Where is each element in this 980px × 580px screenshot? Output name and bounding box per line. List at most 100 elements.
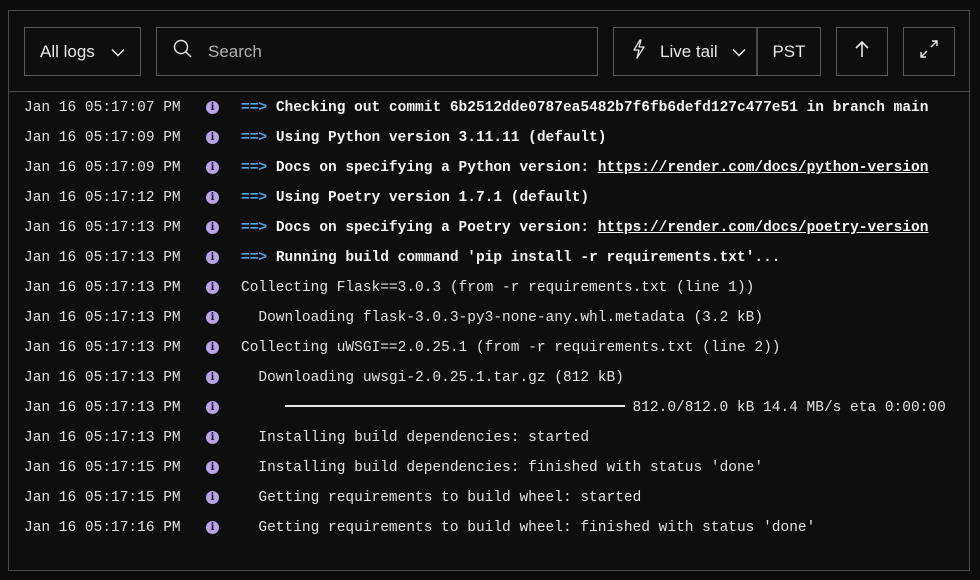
logs-toolbar: All logs Search Live tail PST — [9, 11, 969, 92]
log-message: ==> Docs on specifying a Poetry version:… — [241, 220, 969, 236]
info-icon: i — [206, 101, 219, 114]
live-tail-dropdown[interactable]: Live tail — [614, 28, 758, 75]
expand-icon — [919, 39, 939, 64]
log-timestamp: Jan 16 05:17:13 PM — [24, 280, 181, 296]
log-timestamp: Jan 16 05:17:13 PM — [24, 340, 181, 356]
log-timestamp: Jan 16 05:17:15 PM — [24, 490, 181, 506]
log-row: Jan 16 05:17:13 PM i Installing build dep… — [9, 423, 969, 453]
log-text: Using Python version 3.11.11 (default) — [275, 130, 607, 146]
search-placeholder: Search — [208, 41, 262, 61]
info-icon: i — [206, 491, 219, 504]
log-text: Collecting uWSGI==2.0.25.1 (from -r requ… — [241, 340, 781, 356]
search-icon — [173, 39, 193, 64]
live-tail-label: Live tail — [660, 41, 718, 61]
progress-bar — [284, 404, 625, 407]
log-message: ==> Checking out commit 6b2512dde0787ea5… — [241, 100, 969, 116]
chevron-down-icon — [732, 42, 746, 62]
lightning-icon — [632, 39, 646, 64]
log-message: ==> Using Python version 3.11.11 (defaul… — [241, 130, 969, 146]
log-message: Installing build dependencies: started — [241, 430, 969, 446]
log-row: Jan 16 05:17:13 PM i ==> Running build com… — [9, 243, 969, 273]
log-message: Collecting uWSGI==2.0.25.1 (from -r requ… — [241, 340, 969, 356]
log-row: Jan 16 05:17:16 PM i Getting requirements… — [9, 513, 969, 543]
info-icon: i — [206, 161, 219, 174]
live-tail-group: Live tail PST — [613, 27, 821, 76]
log-text: 812.0/812.0 kB 14.4 MB/s eta 0:00:00 — [632, 400, 946, 416]
search-input[interactable]: Search — [156, 27, 598, 76]
log-text: Getting requirements to build wheel: fin… — [241, 520, 816, 536]
log-timestamp: Jan 16 05:17:13 PM — [24, 250, 181, 266]
build-step-arrow: ==> — [241, 160, 268, 176]
log-text: Docs on specifying a Python version: — [275, 160, 598, 176]
log-timestamp: Jan 16 05:17:13 PM — [24, 220, 181, 236]
info-icon: i — [206, 461, 219, 474]
log-text: Downloading flask-3.0.3-py3-none-any.whl… — [241, 310, 764, 326]
info-icon: i — [206, 431, 219, 444]
log-row: Jan 16 05:17:13 PM i 812.0/812.0 kB 14.4 … — [9, 393, 969, 423]
info-icon: i — [206, 401, 219, 414]
log-row: Jan 16 05:17:15 PM i Installing build dep… — [9, 453, 969, 483]
log-text: Collecting Flask==3.0.3 (from -r require… — [241, 280, 755, 296]
log-text: Docs on specifying a Poetry version: — [275, 220, 598, 236]
log-filter-label: All logs — [40, 41, 95, 61]
log-row: Jan 16 05:17:13 PM i Downloading flask-3.… — [9, 303, 969, 333]
log-row: Jan 16 05:17:13 PM i Collecting uWSGI==2.0… — [9, 333, 969, 363]
log-text: Using Poetry version 1.7.1 (default) — [275, 190, 590, 206]
log-text: Getting requirements to build wheel: sta… — [241, 490, 642, 506]
log-text: Downloading uwsgi-2.0.25.1.tar.gz (812 k… — [241, 370, 624, 386]
log-timestamp: Jan 16 05:17:09 PM — [24, 130, 181, 146]
log-row: Jan 16 05:17:09 PM i ==> Using Python vers… — [9, 123, 969, 153]
log-message: Downloading uwsgi-2.0.25.1.tar.gz (812 k… — [241, 370, 969, 386]
log-message: Installing build dependencies: finished … — [241, 460, 969, 476]
docs-link[interactable]: https://render.com/docs/poetry-version — [598, 220, 929, 236]
log-row: Jan 16 05:17:12 PM i ==> Using Poetry vers… — [9, 183, 969, 213]
build-step-arrow: ==> — [241, 190, 268, 206]
info-icon: i — [206, 221, 219, 234]
log-timestamp: Jan 16 05:17:13 PM — [24, 310, 181, 326]
log-timestamp: Jan 16 05:17:16 PM — [24, 520, 181, 536]
info-icon: i — [206, 521, 219, 534]
log-message: ==> Running build command 'pip install -… — [241, 250, 969, 266]
log-row: Jan 16 05:17:15 PM i Getting requirements… — [9, 483, 969, 513]
info-icon: i — [206, 251, 219, 264]
logs-panel: All logs Search Live tail PST Jan 16 05:… — [8, 10, 970, 571]
log-timestamp: Jan 16 05:17:07 PM — [24, 100, 181, 116]
arrow-up-icon — [854, 40, 870, 63]
log-timestamp: Jan 16 05:17:13 PM — [24, 430, 181, 446]
scroll-to-top-button[interactable] — [836, 27, 888, 76]
log-message: ==> Using Poetry version 1.7.1 (default) — [241, 190, 969, 206]
log-timestamp: Jan 16 05:17:13 PM — [24, 370, 181, 386]
log-text: Installing build dependencies: started — [241, 430, 590, 446]
info-icon: i — [206, 281, 219, 294]
log-timestamp: Jan 16 05:17:15 PM — [24, 460, 181, 476]
info-icon: i — [206, 341, 219, 354]
info-icon: i — [206, 131, 219, 144]
log-filter-dropdown[interactable]: All logs — [24, 27, 141, 76]
log-row: Jan 16 05:17:13 PM i Downloading uwsgi-2.… — [9, 363, 969, 393]
fullscreen-button[interactable] — [903, 27, 955, 76]
timezone-button[interactable]: PST — [758, 42, 820, 62]
info-icon: i — [206, 191, 219, 204]
chevron-down-icon — [111, 42, 125, 62]
build-step-arrow: ==> — [241, 100, 268, 116]
log-text: Running build command 'pip install -r re… — [275, 250, 781, 266]
log-message: Collecting Flask==3.0.3 (from -r require… — [241, 280, 969, 296]
log-row: Jan 16 05:17:07 PM i ==> Checking out comm… — [9, 93, 969, 123]
log-text: Installing build dependencies: finished … — [241, 460, 764, 476]
log-timestamp: Jan 16 05:17:13 PM — [24, 400, 181, 416]
log-message: ==> Docs on specifying a Python version:… — [241, 160, 969, 176]
info-icon: i — [206, 311, 219, 324]
info-icon: i — [206, 371, 219, 384]
log-row: Jan 16 05:17:13 PM i ==> Docs on specifyin… — [9, 213, 969, 243]
log-output[interactable]: Jan 16 05:17:07 PM i ==> Checking out comm… — [9, 93, 969, 570]
log-timestamp: Jan 16 05:17:12 PM — [24, 190, 181, 206]
log-message: Getting requirements to build wheel: sta… — [241, 490, 969, 506]
log-message: Getting requirements to build wheel: fin… — [241, 520, 969, 536]
build-step-arrow: ==> — [241, 220, 268, 236]
docs-link[interactable]: https://render.com/docs/python-version — [598, 160, 929, 176]
log-message: Downloading flask-3.0.3-py3-none-any.whl… — [241, 310, 969, 326]
log-row: Jan 16 05:17:13 PM i Collecting Flask==3.0… — [9, 273, 969, 303]
log-row: Jan 16 05:17:09 PM i ==> Docs on specifyin… — [9, 153, 969, 183]
build-step-arrow: ==> — [241, 250, 268, 266]
log-timestamp: Jan 16 05:17:09 PM — [24, 160, 181, 176]
